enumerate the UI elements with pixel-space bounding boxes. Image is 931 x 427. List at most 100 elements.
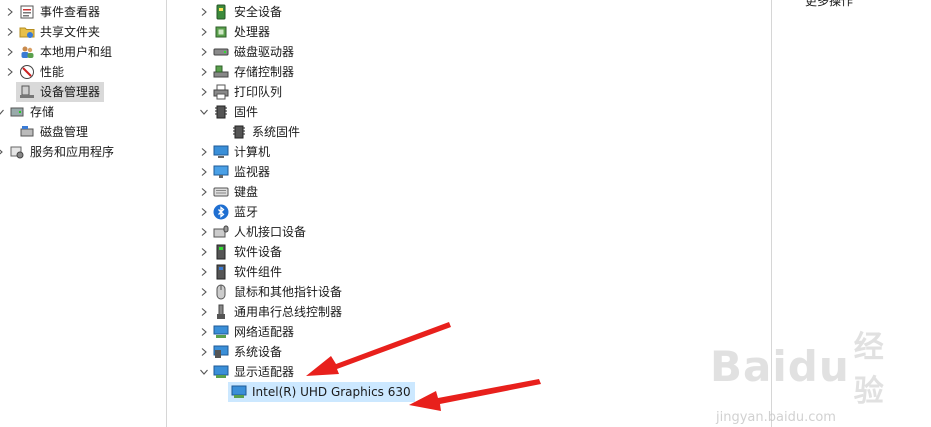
device-tree-item[interactable]: 计算机 — [210, 142, 274, 162]
device-tree-row[interactable]: 磁盘驱动器 — [198, 42, 298, 62]
collapsed-chevron-icon[interactable] — [198, 302, 210, 322]
collapsed-chevron-icon[interactable] — [198, 202, 210, 222]
device-tree-item[interactable]: 人机接口设备 — [210, 222, 310, 242]
collapsed-chevron-icon[interactable] — [198, 182, 210, 202]
collapsed-chevron-icon[interactable] — [4, 2, 16, 22]
device-tree-row[interactable]: 键盘 — [198, 182, 262, 202]
device-tree-label: 安全设备 — [234, 5, 283, 19]
device-tree-item[interactable]: 网络适配器 — [210, 322, 298, 342]
device-tree-row[interactable]: 网络适配器 — [198, 322, 298, 342]
device-tree-item[interactable]: 磁盘驱动器 — [210, 42, 298, 62]
device-tree-row[interactable]: 固件 — [198, 102, 262, 122]
device-tree-label: Intel(R) UHD Graphics 630 — [252, 385, 411, 399]
expanded-chevron-icon[interactable] — [198, 362, 210, 382]
device-tree-row[interactable]: 软件组件 — [198, 262, 286, 282]
console-tree-row[interactable]: 服务和应用程序 — [0, 142, 118, 162]
collapsed-chevron-icon[interactable] — [198, 322, 210, 342]
console-tree-item[interactable]: 共享文件夹 — [16, 22, 104, 42]
console-tree-row[interactable]: 共享文件夹 — [4, 22, 104, 42]
device-tree-item[interactable]: 鼠标和其他指针设备 — [210, 282, 346, 302]
device-tree-row[interactable]: 软件设备 — [198, 242, 286, 262]
collapsed-chevron-icon[interactable] — [198, 142, 210, 162]
collapsed-chevron-icon[interactable] — [198, 342, 210, 362]
device-tree-label: 通用串行总线控制器 — [234, 305, 343, 319]
device-tree-label: 处理器 — [234, 25, 271, 39]
collapsed-chevron-icon[interactable] — [198, 282, 210, 302]
device-tree-item[interactable]: 安全设备 — [210, 2, 286, 22]
collapsed-chevron-icon[interactable] — [198, 162, 210, 182]
console-tree-item[interactable]: 性能 — [16, 62, 68, 82]
device-tree-item[interactable]: 固件 — [210, 102, 262, 122]
collapsed-chevron-icon[interactable] — [198, 62, 210, 82]
console-tree-label: 本地用户和组 — [40, 45, 113, 59]
no-chevron — [4, 122, 16, 142]
device-tree-item[interactable]: 通用串行总线控制器 — [210, 302, 346, 322]
device-tree-item[interactable]: 显示适配器 — [210, 362, 298, 382]
device-tree-row[interactable]: 通用串行总线控制器 — [198, 302, 346, 322]
device-tree-pane: 安全设备处理器磁盘驱动器 存储控制器 打印队列固件系统固件 计算机 监视器 键盘 蓝牙 人机接… — [172, 0, 765, 427]
expanded-chevron-icon[interactable] — [198, 102, 210, 122]
collapsed-chevron-icon[interactable] — [4, 22, 16, 42]
device-tree-item[interactable]: Intel(R) UHD Graphics 630 — [228, 382, 415, 402]
device-tree-item[interactable]: 系统设备 — [210, 342, 286, 362]
console-tree-row[interactable]: 事件查看器 — [4, 2, 104, 22]
software-component-icon — [213, 264, 229, 280]
console-tree-row[interactable]: 存储 — [0, 102, 58, 122]
event-viewer-icon — [19, 4, 35, 20]
device-tree-row[interactable]: 显示适配器 — [198, 362, 298, 382]
console-tree-row[interactable]: 性能 — [4, 62, 68, 82]
device-tree-row[interactable]: 安全设备 — [198, 2, 286, 22]
console-tree-row[interactable]: 设备管理器 — [4, 82, 105, 102]
device-tree-row[interactable]: Intel(R) UHD Graphics 630 — [216, 382, 415, 402]
collapsed-chevron-icon[interactable] — [198, 262, 210, 282]
bluetooth-icon — [213, 204, 229, 220]
no-chevron — [216, 382, 228, 402]
collapsed-chevron-icon[interactable] — [198, 22, 210, 42]
device-tree-row[interactable]: 系统设备 — [198, 342, 286, 362]
device-tree-row[interactable]: 处理器 — [198, 22, 274, 42]
device-tree-row[interactable]: 打印队列 — [198, 82, 286, 102]
console-tree-row[interactable]: 磁盘管理 — [4, 122, 92, 142]
console-tree-item[interactable]: 服务和应用程序 — [6, 142, 118, 162]
pane-splitter-left[interactable] — [166, 0, 167, 427]
device-tree-row[interactable]: 监视器 — [198, 162, 274, 182]
device-tree-row[interactable]: 系统固件 — [216, 122, 304, 142]
device-tree-row[interactable]: 蓝牙 — [198, 202, 262, 222]
device-tree-item[interactable]: 键盘 — [210, 182, 262, 202]
device-tree-item[interactable]: 打印队列 — [210, 82, 286, 102]
collapsed-chevron-icon[interactable] — [4, 62, 16, 82]
display-adapter-icon — [231, 384, 247, 400]
collapsed-chevron-icon[interactable] — [4, 42, 16, 62]
console-tree-label: 磁盘管理 — [40, 125, 89, 139]
collapsed-chevron-icon[interactable] — [198, 2, 210, 22]
device-tree-item[interactable]: 蓝牙 — [210, 202, 262, 222]
device-tree-item[interactable]: 软件设备 — [210, 242, 286, 262]
no-chevron — [4, 82, 16, 102]
device-tree-item[interactable]: 处理器 — [210, 22, 274, 42]
device-tree-label: 固件 — [234, 105, 259, 119]
console-tree-item[interactable]: 设备管理器 — [16, 82, 105, 102]
collapsed-chevron-icon[interactable] — [198, 42, 210, 62]
device-tree-item[interactable]: 软件组件 — [210, 262, 286, 282]
more-actions-link[interactable]: 更多操作 — [805, 0, 853, 11]
console-tree-item[interactable]: 磁盘管理 — [16, 122, 92, 142]
device-tree-row[interactable]: 计算机 — [198, 142, 274, 162]
storage-icon — [9, 104, 25, 120]
device-tree-item[interactable]: 监视器 — [210, 162, 274, 182]
device-tree-row[interactable]: 人机接口设备 — [198, 222, 310, 242]
services-icon — [9, 144, 25, 160]
display-adapter-icon — [213, 364, 229, 380]
usb-icon — [213, 304, 229, 320]
console-tree-item[interactable]: 本地用户和组 — [16, 42, 116, 62]
console-tree-item[interactable]: 事件查看器 — [16, 2, 104, 22]
console-tree-row[interactable]: 本地用户和组 — [4, 42, 116, 62]
device-tree-item[interactable]: 系统固件 — [228, 122, 304, 142]
device-tree-row[interactable]: 鼠标和其他指针设备 — [198, 282, 346, 302]
device-tree-row[interactable]: 存储控制器 — [198, 62, 298, 82]
collapsed-chevron-icon[interactable] — [198, 82, 210, 102]
device-tree-item[interactable]: 存储控制器 — [210, 62, 298, 82]
collapsed-chevron-icon[interactable] — [198, 242, 210, 262]
console-tree-item[interactable]: 存储 — [6, 102, 58, 122]
console-tree-label: 事件查看器 — [40, 5, 101, 19]
collapsed-chevron-icon[interactable] — [198, 222, 210, 242]
